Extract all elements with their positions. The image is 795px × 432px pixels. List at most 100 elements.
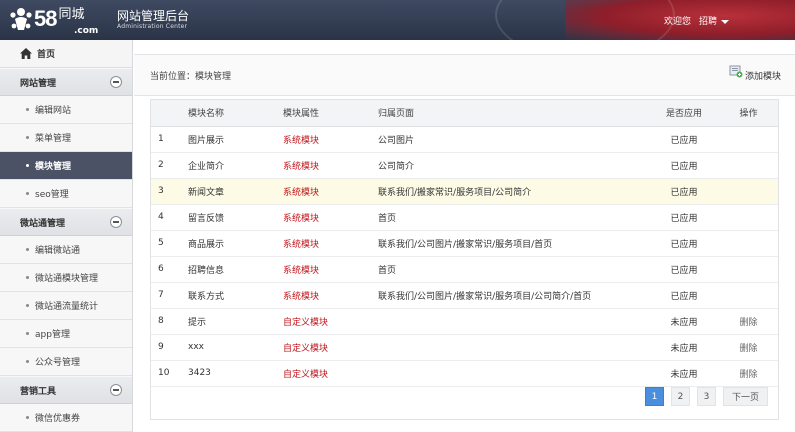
row-index: 7 bbox=[151, 282, 188, 309]
user-area: 欢迎您 招聘 bbox=[664, 14, 730, 27]
row-index: 3 bbox=[151, 178, 188, 205]
pagination: 1 2 3 下一页 bbox=[644, 387, 768, 406]
table-row[interactable]: 1 图片展示 系统模块 公司图片 已应用 bbox=[151, 126, 778, 153]
applied-status: 已应用 bbox=[643, 152, 725, 179]
sidebar-home[interactable]: 首页 bbox=[0, 40, 132, 68]
sidebar-item-microsite-modules[interactable]: 微站通模块管理 bbox=[0, 264, 132, 292]
module-table: 模块名称 模块属性 归属页面 是否应用 操作 1 图片展示 系统模块 公司图片 已应用 2… bbox=[151, 100, 778, 387]
row-index: 2 bbox=[151, 152, 188, 179]
module-page: 联系我们/搬家常识/服务项目/公司简介 bbox=[378, 178, 643, 205]
sidebar-item-label: seo管理 bbox=[35, 190, 69, 200]
table-row[interactable]: 8 提示 自定义模块 未应用 删除 bbox=[151, 308, 778, 335]
collapse-icon[interactable] bbox=[110, 216, 122, 228]
bullet-icon bbox=[26, 416, 29, 419]
module-name: xxx bbox=[188, 334, 283, 361]
module-name: 图片展示 bbox=[188, 126, 283, 153]
add-module-button[interactable]: 添加模块 bbox=[729, 65, 781, 82]
collapse-icon[interactable] bbox=[110, 76, 122, 88]
table-row[interactable]: 6 招聘信息 系统模块 首页 已应用 bbox=[151, 256, 778, 283]
row-index: 8 bbox=[151, 308, 188, 335]
applied-status: 已应用 bbox=[643, 282, 725, 309]
sidebar-item-label: 模块管理 bbox=[35, 162, 72, 172]
sidebar-item-label: 公众号管理 bbox=[35, 358, 81, 368]
table-row[interactable]: 2 企业简介 系统模块 公司简介 已应用 bbox=[151, 152, 778, 179]
module-name: 新闻文章 bbox=[188, 178, 283, 205]
col-header-applied: 是否应用 bbox=[643, 100, 725, 127]
sidebar-item-seo[interactable]: seo管理 bbox=[0, 180, 132, 208]
sidebar-group-microsite[interactable]: 微站通管理 bbox=[0, 208, 132, 236]
module-table-panel: 模块名称 模块属性 归属页面 是否应用 操作 1 图片展示 系统模块 公司图片 已应用 2… bbox=[150, 99, 779, 420]
table-row[interactable]: 9 xxx 自定义模块 未应用 删除 bbox=[151, 334, 778, 361]
sidebar-item-app-manage[interactable]: app管理 bbox=[0, 320, 132, 348]
home-icon bbox=[20, 48, 32, 59]
sidebar: 首页 网站管理 编辑网站 菜单管理 模块管理 seo管理 微站通管理 编辑微站通… bbox=[0, 40, 133, 432]
table-row[interactable]: 3 新闻文章 系统模块 联系我们/搬家常识/服务项目/公司简介 已应用 bbox=[151, 178, 778, 205]
module-name: 留言反馈 bbox=[188, 204, 283, 231]
table-row[interactable]: 10 3423 自定义模块 未应用 删除 bbox=[151, 360, 778, 387]
sidebar-item-module-manage[interactable]: 模块管理 bbox=[0, 152, 132, 180]
page-button-1[interactable]: 1 bbox=[644, 387, 664, 406]
module-attribute: 系统模块 bbox=[283, 282, 378, 309]
col-header-name: 模块名称 bbox=[188, 100, 283, 127]
table-row[interactable]: 4 留言反馈 系统模块 首页 已应用 bbox=[151, 204, 778, 231]
breadcrumb: 当前位置：模块管理 bbox=[150, 71, 232, 82]
sidebar-item-official-account[interactable]: 公众号管理 bbox=[0, 348, 132, 376]
page-button-3[interactable]: 3 bbox=[696, 387, 716, 406]
module-name: 提示 bbox=[188, 308, 283, 335]
applied-status: 未应用 bbox=[643, 308, 725, 335]
delete-link[interactable]: 删除 bbox=[725, 334, 778, 361]
logo-figure-icon bbox=[10, 8, 32, 30]
table-row[interactable]: 7 联系方式 系统模块 联系我们/公司图片/搬家常识/服务项目/公司简介/首页 已应用 bbox=[151, 282, 778, 309]
col-header-page: 归属页面 bbox=[378, 100, 643, 127]
sidebar-group-label: 营销工具 bbox=[20, 386, 57, 397]
module-attribute: 系统模块 bbox=[283, 230, 378, 257]
user-menu-toggle[interactable]: 招聘 bbox=[699, 14, 730, 27]
bullet-icon bbox=[26, 360, 29, 363]
sidebar-item-microsite-traffic[interactable]: 微站通流量统计 bbox=[0, 292, 132, 320]
bullet-icon bbox=[26, 248, 29, 251]
applied-status: 未应用 bbox=[643, 334, 725, 361]
bullet-icon bbox=[26, 192, 29, 195]
welcome-text: 欢迎您 bbox=[664, 17, 692, 27]
user-menu-label: 招聘 bbox=[699, 17, 718, 27]
header-decoration-ring bbox=[495, 0, 675, 40]
module-attribute: 自定义模块 bbox=[283, 334, 378, 361]
sidebar-item-label: 编辑网站 bbox=[35, 106, 72, 116]
module-name: 招聘信息 bbox=[188, 256, 283, 283]
action-cell bbox=[725, 256, 778, 283]
applied-status: 已应用 bbox=[643, 126, 725, 153]
page-button-2[interactable]: 2 bbox=[670, 387, 690, 406]
module-page bbox=[378, 360, 643, 387]
sidebar-item-label: app管理 bbox=[35, 330, 70, 340]
top-header: 58 同城 .com 网站管理后台 Administration Center … bbox=[0, 0, 795, 40]
delete-link[interactable]: 删除 bbox=[725, 360, 778, 387]
action-cell bbox=[725, 204, 778, 231]
module-attribute: 自定义模块 bbox=[283, 360, 378, 387]
next-page-button[interactable]: 下一页 bbox=[722, 387, 768, 406]
bullet-icon bbox=[26, 332, 29, 335]
sidebar-group-website[interactable]: 网站管理 bbox=[0, 68, 132, 96]
module-attribute: 自定义模块 bbox=[283, 308, 378, 335]
bullet-icon bbox=[26, 136, 29, 139]
collapse-icon[interactable] bbox=[110, 384, 122, 396]
logo-number: 58 bbox=[34, 6, 58, 31]
sidebar-item-menu-manage[interactable]: 菜单管理 bbox=[0, 124, 132, 152]
sidebar-item-edit-site[interactable]: 编辑网站 bbox=[0, 96, 132, 124]
table-row[interactable]: 5 商品展示 系统模块 联系我们/公司图片/搬家常识/服务项目/首页 已应用 bbox=[151, 230, 778, 257]
sidebar-item-label: 编辑微站通 bbox=[35, 246, 81, 256]
sidebar-item-wechat-coupon[interactable]: 微信优惠券 bbox=[0, 404, 132, 432]
add-module-icon bbox=[729, 65, 743, 78]
module-page: 联系我们/公司图片/搬家常识/服务项目/首页 bbox=[378, 230, 643, 257]
sidebar-item-edit-microsite[interactable]: 编辑微站通 bbox=[0, 236, 132, 264]
module-attribute: 系统模块 bbox=[283, 178, 378, 205]
sidebar-group-marketing[interactable]: 营销工具 bbox=[0, 376, 132, 404]
delete-link[interactable]: 删除 bbox=[725, 308, 778, 335]
row-index: 6 bbox=[151, 256, 188, 283]
action-cell bbox=[725, 126, 778, 153]
row-index: 5 bbox=[151, 230, 188, 257]
sidebar-item-label: 微站通模块管理 bbox=[35, 274, 99, 284]
sidebar-group-label: 网站管理 bbox=[20, 78, 57, 89]
chevron-down-icon bbox=[721, 19, 730, 24]
logo-domain: .com bbox=[74, 26, 99, 36]
logo[interactable]: 58 同城 .com bbox=[8, 6, 98, 36]
